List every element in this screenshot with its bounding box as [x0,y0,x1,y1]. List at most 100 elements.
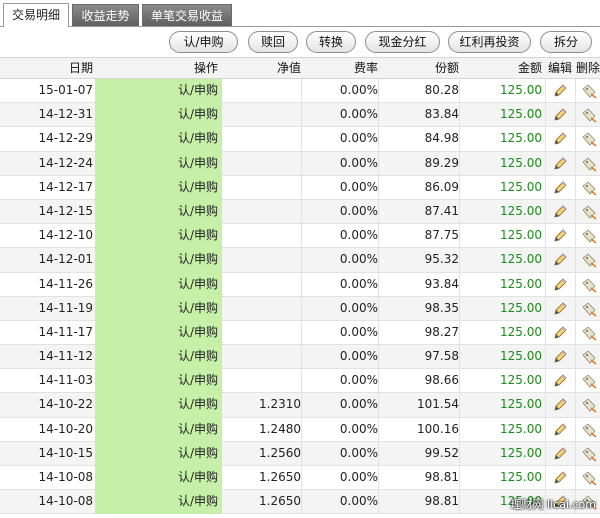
edit-row-button[interactable] [552,418,570,441]
edit-row-button[interactable] [552,393,570,416]
cell-nav [222,273,301,296]
delete-row-button[interactable] [581,152,599,175]
convert-button[interactable]: 转换 [306,31,356,53]
edit-row-button[interactable] [552,466,570,489]
cell-share: 80.28 [424,83,459,97]
cell-fee: 0.00% [339,252,378,267]
redeem-button[interactable]: 赎回 [248,31,298,53]
pencil-edit-icon [552,228,568,244]
delete-row-button[interactable] [581,103,599,126]
cell-date: 14-11-19 [38,300,93,315]
cell-operation: 认/申购 [95,103,222,128]
cell-operation: 认/申购 [95,320,222,346]
edit-row-button[interactable] [552,297,570,320]
delete-row-button[interactable] [581,393,599,416]
delete-row-button[interactable] [581,466,599,489]
delete-row-button[interactable] [581,200,599,223]
cell-fee: 0.00% [339,373,378,388]
cell-fee: 0.00% [339,397,378,412]
cell-nav [222,297,301,320]
cell-amount: 125.00 [500,373,542,388]
edit-row-button[interactable] [552,273,570,296]
tag-delete-icon [581,204,597,220]
tag-delete-icon [581,131,597,147]
tag-delete-icon [581,252,597,268]
cell-amount: 125.00 [500,252,542,267]
delete-row-button[interactable] [581,224,599,247]
header-fee: 费率 [353,61,378,75]
edit-row-button[interactable] [552,442,570,465]
header-operation: 操作 [193,61,218,75]
delete-row-button[interactable] [581,273,599,296]
cell-nav: 1.2310 [259,397,301,412]
cell-operation: 认/申购 [95,296,222,321]
cell-amount: 125.00 [500,324,542,339]
cell-share: 87.41 [424,203,459,218]
delete-row-button[interactable] [581,248,599,271]
cell-date: 14-11-17 [38,324,93,339]
delete-row-button[interactable] [581,442,599,465]
delete-row-button[interactable] [581,418,599,441]
edit-row-button[interactable] [552,200,570,223]
cell-nav: 1.2650 [259,494,301,509]
cell-fee: 0.00% [339,155,378,170]
delete-row-button[interactable] [581,345,599,368]
edit-row-button[interactable] [552,79,570,102]
delete-row-button[interactable] [581,176,599,199]
tab-profit-trend[interactable]: 收益走势 [72,4,139,26]
split-button[interactable]: 拆分 [540,31,592,53]
cell-nav [222,176,301,199]
delete-row-button[interactable] [581,127,599,150]
cell-share: 98.81 [424,494,459,509]
cell-amount: 125.00 [500,349,542,364]
cell-share: 87.75 [424,228,459,243]
tab-transaction-detail[interactable]: 交易明细 [3,3,69,27]
cell-date: 14-10-08 [38,494,93,509]
cell-share: 93.84 [424,276,459,291]
table-row: 14-10-20 认/申购 1.2480 0.00% 100.16 125.00 [0,417,600,442]
pencil-edit-icon [552,397,568,413]
dividend-reinvest-button[interactable]: 红利再投资 [448,31,531,53]
table-row: 14-10-15 认/申购 1.2560 0.00% 99.52 125.00 [0,441,600,466]
pencil-edit-icon [552,325,568,341]
tab-single-trade-profit[interactable]: 单笔交易收益 [142,4,232,26]
table-row: 14-12-24 认/申购 0.00% 89.29 125.00 [0,151,600,176]
cell-nav: 1.2480 [259,421,301,436]
delete-row-button[interactable] [581,79,599,102]
cash-dividend-button[interactable]: 现金分红 [365,31,440,53]
pencil-edit-icon [552,180,568,196]
cell-operation: 认/申购 [95,127,222,152]
edit-row-button[interactable] [552,321,570,344]
cell-date: 14-12-29 [38,131,93,146]
edit-row-button[interactable] [552,103,570,126]
cell-share: 100.16 [417,421,459,436]
cell-fee: 0.00% [339,494,378,509]
cell-fee: 0.00% [339,83,378,97]
cell-operation: 认/申购 [95,224,222,249]
edit-row-button[interactable] [552,127,570,150]
edit-row-button[interactable] [552,176,570,199]
cell-date: 14-12-17 [38,179,93,194]
table-row: 14-10-08 认/申购 1.2650 0.00% 98.81 125.00 [0,466,600,491]
toolbar: 认/申购 赎回 转换 现金分红 红利再投资 拆分 [0,27,600,57]
cell-date: 14-12-01 [38,252,93,267]
tag-delete-icon [581,470,597,486]
edit-row-button[interactable] [552,248,570,271]
delete-row-button[interactable] [581,297,599,320]
cell-fee: 0.00% [339,203,378,218]
cell-nav [222,248,301,271]
delete-row-button[interactable] [581,321,599,344]
edit-row-button[interactable] [552,224,570,247]
edit-row-button[interactable] [552,345,570,368]
header-share: 份额 [434,61,459,75]
cell-amount: 125.00 [500,421,542,436]
edit-row-button[interactable] [552,152,570,175]
table-row: 14-12-29 认/申购 0.00% 84.98 125.00 [0,127,600,152]
cell-operation: 认/申购 [95,345,222,370]
header-nav: 净值 [276,61,301,75]
edit-row-button[interactable] [552,369,570,392]
subscribe-button[interactable]: 认/申购 [169,31,238,53]
table-row: 14-12-17 认/申购 0.00% 86.09 125.00 [0,175,600,200]
pencil-edit-icon [552,156,568,172]
delete-row-button[interactable] [581,369,599,392]
